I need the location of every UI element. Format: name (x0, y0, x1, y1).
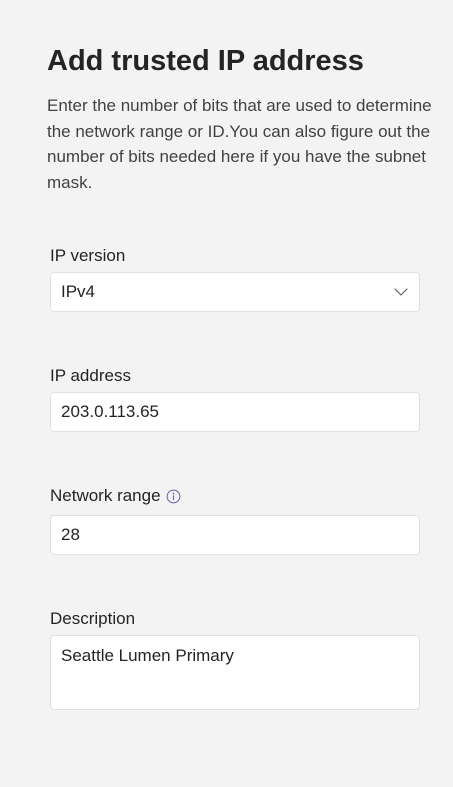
description-label-text: Description (50, 609, 136, 628)
ip-version-label-text: IP version (50, 246, 126, 265)
ip-version-label: IP version (50, 245, 125, 267)
description-label: Description (50, 608, 135, 630)
ip-address-input[interactable]: 203.0.113.65 (50, 392, 420, 432)
info-icon[interactable] (166, 489, 181, 504)
ip-version-selected-value: IPv4 (61, 282, 96, 301)
ip-version-dropdown[interactable]: IPv4 (50, 272, 420, 312)
ip-address-label-text: IP address (50, 366, 131, 385)
description-value: Seattle Lumen Primary (61, 646, 234, 665)
description-textarea[interactable]: Seattle Lumen Primary (50, 635, 420, 710)
chevron-down-icon (394, 288, 408, 296)
network-range-value: 28 (61, 525, 80, 544)
add-trusted-ip-panel: Add trusted IP address Enter the number … (0, 0, 453, 787)
network-range-label-text: Network range (50, 486, 161, 505)
page-description: Enter the number of bits that are used t… (47, 96, 432, 192)
page-title: Add trusted IP address (47, 45, 364, 77)
network-range-label: Network range (50, 485, 181, 507)
network-range-input[interactable]: 28 (50, 515, 420, 555)
ip-address-label: IP address (50, 365, 131, 387)
ip-address-value: 203.0.113.65 (61, 402, 159, 421)
